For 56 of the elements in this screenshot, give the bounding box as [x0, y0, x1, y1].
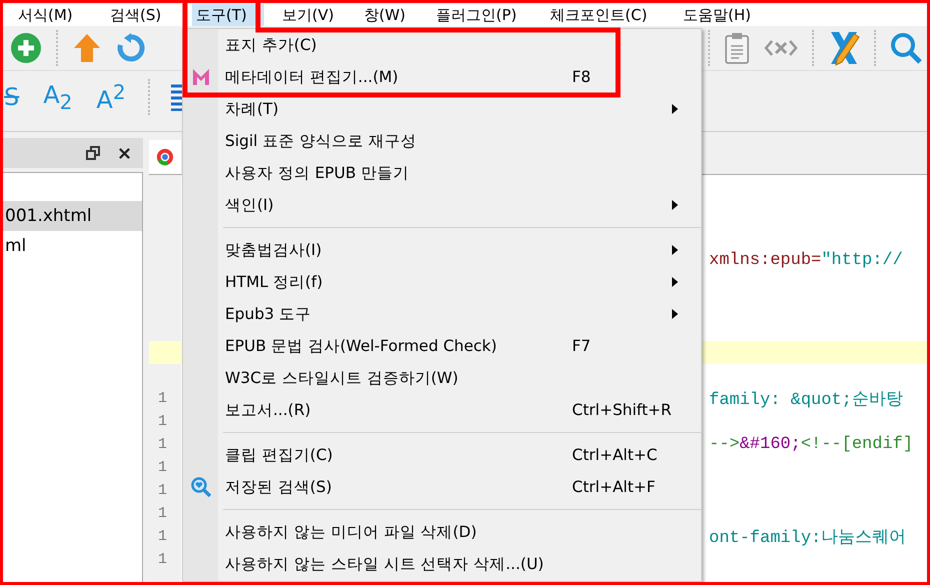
line-number: 1	[158, 505, 168, 522]
menu-item[interactable]: 창(W)	[360, 4, 432, 26]
search-heart-icon	[190, 477, 210, 497]
file-item[interactable]: 001.xhtml	[1, 201, 142, 231]
line-number: 1	[158, 459, 168, 476]
line-number: 1	[158, 390, 168, 407]
file-item[interactable]: ml	[1, 231, 142, 261]
menu-item[interactable]: EPUB 문법 검사(Wel-Formed Check)	[225, 336, 572, 356]
line-number: 1	[158, 436, 168, 453]
menu-item[interactable]: 서식(M)	[14, 4, 106, 26]
line-number: 1	[158, 551, 168, 568]
code-text: -->&#160;<!--[endif]	[709, 435, 914, 454]
menu-item[interactable]: Sigil 표준 양식으로 재구성	[225, 130, 572, 152]
close-icon[interactable]	[118, 146, 131, 160]
editor-tab[interactable]	[149, 140, 181, 174]
menu-item[interactable]: 색인(I)	[225, 194, 572, 216]
menu-item[interactable]: 차례(T)	[225, 98, 572, 120]
menu-item[interactable]: 맞춤법검사(I)	[225, 240, 572, 260]
search-icon[interactable]	[890, 32, 922, 64]
menu-item[interactable]: 도움말(H)	[679, 4, 763, 26]
menu-item[interactable]: 사용하지 않는 스타일 시트 선택자 삭제...(U)	[225, 554, 572, 574]
m-logo-icon	[192, 68, 210, 86]
menu-item[interactable]: 사용자 정의 EPUB 만들기	[225, 162, 572, 184]
code-tag-icon[interactable]	[764, 38, 798, 58]
line-number: 1	[158, 413, 168, 430]
shortcut-text: Ctrl+Shift+R	[572, 401, 672, 419]
add-icon[interactable]	[10, 32, 42, 64]
menu-item[interactable]: HTML 정리(f)	[225, 272, 572, 292]
menu-item[interactable]: 클립 편집기(C)	[225, 444, 572, 466]
x-pencil-icon[interactable]	[828, 30, 860, 66]
menu-item[interactable]: 플러그인(P)	[432, 4, 546, 26]
menu-item[interactable]: 표지 추가(C)	[225, 34, 572, 56]
line-number: 1	[158, 482, 168, 499]
up-arrow-icon[interactable]	[72, 32, 102, 64]
restore-icon[interactable]	[86, 146, 100, 160]
shortcut-text: F7	[572, 337, 592, 355]
menu-item[interactable]: Epub3 도구	[225, 304, 572, 324]
menu-item[interactable]: 보고서...(R)	[225, 400, 572, 420]
globe-icon	[156, 148, 174, 166]
menu-item[interactable]: 도구(T)	[192, 4, 264, 26]
menu-item[interactable]: 사용하지 않는 미디어 파일 삭제(D)	[225, 522, 572, 542]
shortcut-text: F8	[572, 68, 592, 86]
code-text: xmlns:epub="http://	[709, 251, 903, 270]
line-number: 1	[158, 528, 168, 545]
code-text: family: &quot;순바탕	[709, 390, 903, 410]
menu-item[interactable]: 저장된 검색(S)	[225, 476, 572, 498]
shortcut-text: Ctrl+Alt+F	[572, 478, 656, 496]
menu-item[interactable]: 보기(V)	[278, 4, 360, 26]
code-text: ont-family:나눔스퀘어	[709, 528, 906, 548]
menu-item[interactable]: 검색(S)	[106, 4, 192, 26]
refresh-icon[interactable]	[116, 33, 146, 63]
menu-item[interactable]: W3C로 스타일시트 검증하기(W)	[225, 368, 572, 388]
clipboard-icon[interactable]	[724, 32, 750, 64]
shortcut-text: Ctrl+Alt+C	[572, 446, 658, 464]
menu-item[interactable]: 체크포인트(C)	[546, 4, 679, 26]
menu-item[interactable]: 메타데이터 편집기...(M)	[225, 66, 572, 88]
